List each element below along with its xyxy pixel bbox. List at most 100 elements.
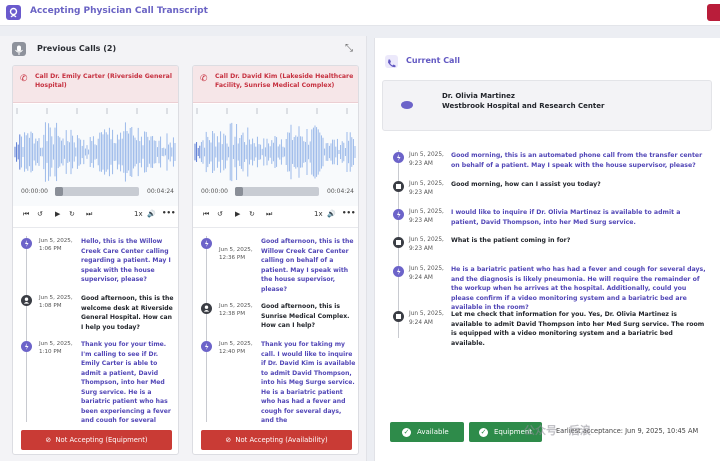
entry-time: 9:23 AM xyxy=(409,161,433,167)
system-speaker-icon xyxy=(201,341,212,352)
check-icon: ✓ xyxy=(402,427,411,437)
transcript-text: Good afternoon, this is the welcome desk… xyxy=(81,295,174,331)
skip-forward-icon[interactable]: ⏭ xyxy=(86,210,92,219)
transcript-text: Good morning, how can I assist you today… xyxy=(451,181,601,188)
call-title: Call Dr. Emily Carter (Riverside General… xyxy=(35,73,172,89)
human-speaker-icon xyxy=(393,237,404,248)
system-speaker-icon xyxy=(201,238,212,249)
divider xyxy=(13,227,178,228)
transcript-text: Good afternoon, this is the Willow Creek… xyxy=(261,238,354,293)
entry-date: Jun 5, 2025, xyxy=(39,341,73,347)
entry-time: 12:38 PM xyxy=(219,311,246,317)
audio-scrubber[interactable] xyxy=(55,187,139,196)
microphone-icon xyxy=(12,42,26,56)
check-icon: ✓ xyxy=(479,427,488,437)
entry-time: 12:36 PM xyxy=(219,255,246,261)
more-options-icon[interactable]: ••• xyxy=(162,209,175,217)
current-call-title: Current Call xyxy=(406,56,460,65)
not-accepting-availability-button[interactable]: ⊘ Not Accepting (Availability) xyxy=(201,430,352,450)
system-speaker-icon xyxy=(393,152,404,163)
entry-date: Jun 5, 2025, xyxy=(409,266,444,272)
rewind-icon[interactable]: ↺ xyxy=(37,210,43,218)
button-label: Available xyxy=(417,428,449,436)
close-button[interactable] xyxy=(707,4,720,21)
app-logo-icon xyxy=(6,5,21,20)
prohibited-icon: ⊘ xyxy=(45,436,52,444)
human-speaker-icon xyxy=(393,181,404,192)
time-start: 00:00:00 xyxy=(201,188,228,195)
rewind-icon[interactable]: ↺ xyxy=(217,210,223,218)
skip-forward-icon[interactable]: ⏭ xyxy=(266,210,272,219)
scrubber-handle[interactable] xyxy=(55,187,63,196)
phone-icon xyxy=(385,55,398,68)
entry-time: 1:10 PM xyxy=(39,349,62,355)
app-title: Accepting Physician Call Transcript xyxy=(30,6,208,16)
divider xyxy=(193,227,358,228)
collapse-icon[interactable]: ⤡ xyxy=(345,43,353,54)
timeline-line xyxy=(26,236,27,422)
entry-date: Jun 5, 2025, xyxy=(409,311,444,317)
button-label: Not Accepting (Equipment) xyxy=(55,436,148,444)
volume-icon[interactable]: 🔊 xyxy=(327,210,336,218)
entry-time: 9:24 AM xyxy=(409,320,433,326)
entry-date: Jun 5, 2025, xyxy=(409,237,444,243)
transcript-text: He is a bariatric patient who has had a … xyxy=(451,266,706,311)
contact-avatar xyxy=(401,101,413,109)
transcript-text: Good afternoon, this is Sunrise Medical … xyxy=(261,303,350,329)
transcript-text: Thank you for taking my call. I would li… xyxy=(261,341,356,422)
previous-calls-title: Previous Calls (2) xyxy=(37,44,117,53)
entry-date: Jun 5, 2025, xyxy=(219,247,253,253)
available-button[interactable]: ✓ Available xyxy=(390,422,464,442)
entry-date: Jun 5, 2025, xyxy=(219,341,253,347)
volume-icon[interactable]: 🔊 xyxy=(147,210,156,218)
skip-back-icon[interactable]: ⏮ xyxy=(203,210,209,219)
scrubber-handle[interactable] xyxy=(235,187,243,196)
system-speaker-icon xyxy=(21,238,32,249)
entry-date: Jun 5, 2025, xyxy=(409,181,444,187)
play-icon[interactable]: ▶ xyxy=(235,210,240,218)
play-icon[interactable]: ▶ xyxy=(55,210,60,218)
system-speaker-icon xyxy=(21,341,32,352)
timeline-line xyxy=(206,236,207,422)
entry-date: Jun 5, 2025, xyxy=(409,152,444,158)
call-title: Call Dr. David Kim (Lakeside Healthcare … xyxy=(215,73,354,89)
transcript-text: I would like to inquire if Dr. Olivia Ma… xyxy=(451,209,681,226)
entry-time: 1:06 PM xyxy=(39,246,62,252)
playback-speed[interactable]: 1x xyxy=(134,210,143,218)
audio-scrubber[interactable] xyxy=(235,187,319,196)
previous-call-card: ✆ Call Dr. David Kim (Lakeside Healthcar… xyxy=(192,65,359,455)
transcript-text: What is the patient coming in for? xyxy=(451,237,571,244)
time-end: 00:04:24 xyxy=(147,188,174,195)
time-end: 00:04:24 xyxy=(327,188,354,195)
not-accepting-equipment-button[interactable]: ⊘ Not Accepting (Equipment) xyxy=(21,430,172,450)
time-start: 00:00:00 xyxy=(21,188,48,195)
more-options-icon[interactable]: ••• xyxy=(342,209,355,217)
contact-organization: Westbrook Hospital and Research Center xyxy=(442,102,605,110)
human-speaker-icon xyxy=(393,311,404,322)
system-speaker-icon xyxy=(393,209,404,220)
skip-back-icon[interactable]: ⏮ xyxy=(23,210,29,219)
entry-date: Jun 5, 2025, xyxy=(219,303,253,309)
watermark: 公众号 · 后浪 xyxy=(524,424,591,437)
transcript-text: Good morning, this is an automated phone… xyxy=(451,152,703,169)
entry-time: 1:08 PM xyxy=(39,303,62,309)
entry-time: 9:24 AM xyxy=(409,275,433,281)
system-speaker-icon xyxy=(393,266,404,277)
phone-icon: ✆ xyxy=(20,74,28,84)
human-speaker-icon xyxy=(21,295,32,306)
entry-time: 9:23 AM xyxy=(409,246,433,252)
phone-icon: ✆ xyxy=(200,74,208,84)
transcript-text: Thank you for your time. I'm calling to … xyxy=(81,341,171,422)
transcript-text: Let me check that information for you. Y… xyxy=(451,311,705,347)
previous-call-card: ✆ Call Dr. Emily Carter (Riverside Gener… xyxy=(12,65,179,455)
human-speaker-icon xyxy=(201,303,212,314)
entry-time: 9:23 AM xyxy=(409,218,433,224)
transcript-text: Hello, this is the Willow Creek Care Cen… xyxy=(81,238,171,283)
forward-icon[interactable]: ↻ xyxy=(249,210,255,218)
contact-name: Dr. Olivia Martinez xyxy=(442,92,515,100)
prohibited-icon: ⊘ xyxy=(225,436,232,444)
forward-icon[interactable]: ↻ xyxy=(69,210,75,218)
playback-speed[interactable]: 1x xyxy=(314,210,323,218)
entry-date: Jun 5, 2025, xyxy=(409,209,444,215)
entry-time: 12:40 PM xyxy=(219,349,246,355)
